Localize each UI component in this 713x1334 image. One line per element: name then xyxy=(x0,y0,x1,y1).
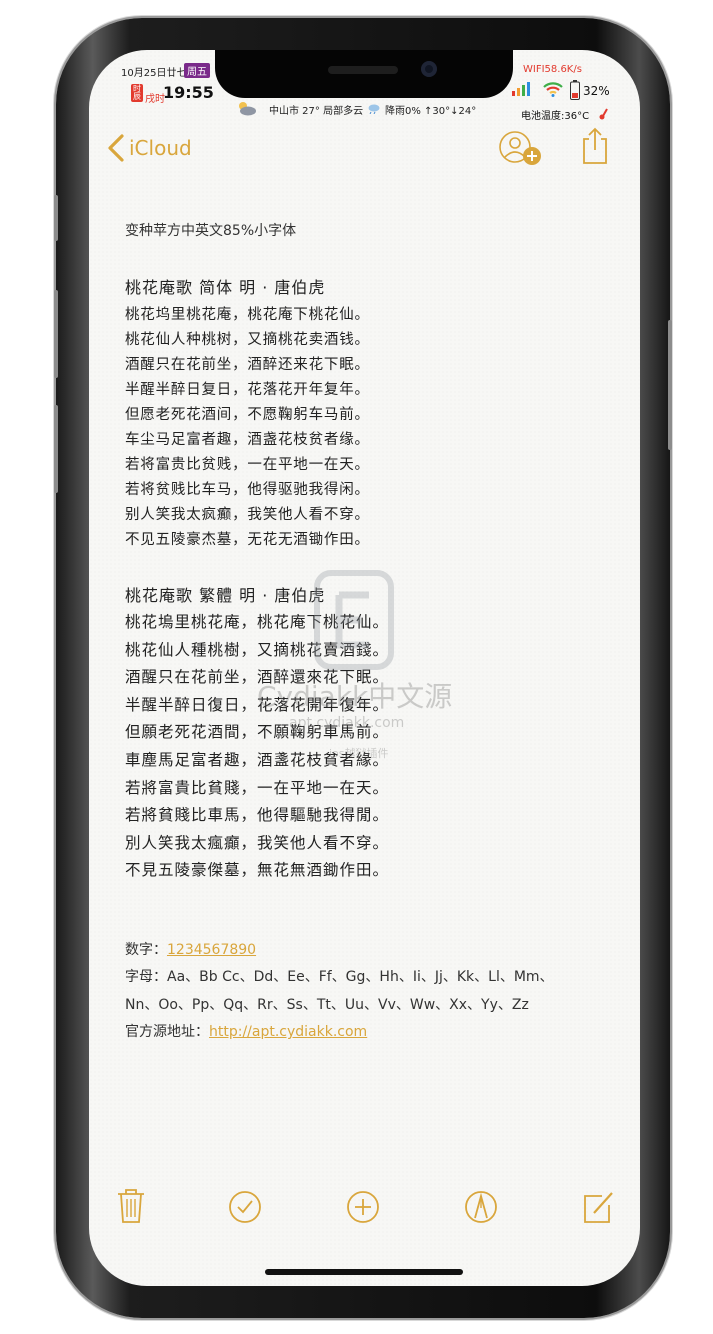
poem-line: 但愿老死花酒间，不愿鞠躬车马前。 xyxy=(125,407,370,423)
plus-circle-icon[interactable] xyxy=(347,1188,379,1224)
volume-up-button xyxy=(54,290,58,378)
front-camera xyxy=(421,61,437,77)
mute-switch xyxy=(54,195,58,241)
poem-title-traditional: 桃花庵歌 繁體 明 · 唐伯虎 xyxy=(125,586,326,605)
poem-line: 若将贫贱比车马，他得驱驰我得闲。 xyxy=(125,482,370,498)
pen-tip-circle-icon[interactable] xyxy=(465,1188,497,1224)
power-button xyxy=(668,320,672,450)
trash-icon[interactable] xyxy=(115,1188,147,1224)
digits-line: 数字：1234567890 xyxy=(125,939,256,959)
status-rain: 降雨0% ↑30°↓24° xyxy=(385,106,477,117)
url-label: 官方源地址： xyxy=(125,1024,209,1040)
volume-down-button xyxy=(54,405,58,493)
url-line: 官方源地址：http://apt.cydiakk.com xyxy=(125,1021,367,1041)
poem-line: 車塵馬足富者趣，酒盞花枝貧者緣。 xyxy=(125,751,390,769)
home-indicator[interactable] xyxy=(265,1269,463,1275)
source-url-link[interactable]: http://apt.cydiakk.com xyxy=(209,1024,367,1040)
poem-title-simplified: 桃花庵歌 简体 明 · 唐伯虎 xyxy=(125,278,326,297)
cellular-signal-icon xyxy=(512,82,530,96)
status-battery-temp: 电池温度:36°C xyxy=(521,111,590,122)
poem-line: 半醒半醉日復日，花落花開年復年。 xyxy=(125,696,390,714)
status-date: 10月25日廿七 xyxy=(121,68,187,79)
status-wifi-speed: WIFI58.6K/s xyxy=(523,64,582,75)
poem-line: 但願老死花酒間，不願鞠躬車馬前。 xyxy=(125,723,390,741)
poem-line: 若将富贵比贫贱，一在平地一在天。 xyxy=(125,457,370,473)
poem-line: 酒醒只在花前坐，酒醉還來花下眠。 xyxy=(125,668,390,686)
poem-line: 桃花仙人種桃樹，又摘桃花賣酒錢。 xyxy=(125,641,390,659)
poem-line: 车尘马足富者趣，酒盏花枝贫者缘。 xyxy=(125,432,370,448)
digits-label: 数字： xyxy=(125,942,167,958)
letters-line: 字母：Aa、Bb Cc、Dd、Ee、Ff、Gg、Hh、Ii、Jj、Kk、Ll、M… xyxy=(125,969,554,985)
letters-line: Nn、Oo、Pp、Qq、Rr、Ss、Tt、Uu、Vv、Ww、Xx、Yy、Zz xyxy=(125,997,529,1013)
poem-line: 酒醒只在花前坐，酒醉还来花下眠。 xyxy=(125,357,370,373)
poem-line: 半醒半醉日复日，花落花开年复年。 xyxy=(125,382,370,398)
back-button-label[interactable]: iCloud xyxy=(129,136,192,160)
digits-link[interactable]: 1234567890 xyxy=(167,942,256,958)
poem-line: 若將富貴比貧賤，一在平地一在天。 xyxy=(125,779,390,797)
poem-line: 桃花仙人种桃树，又摘桃花卖酒钱。 xyxy=(125,332,370,348)
status-battery: 32% xyxy=(583,84,610,98)
chevron-left-icon[interactable] xyxy=(107,134,125,162)
status-weekday-badge: 周五 xyxy=(184,63,210,78)
status-time: 19:55 xyxy=(163,83,214,102)
poem-line: 桃花坞里桃花庵，桃花庵下桃花仙。 xyxy=(125,307,370,323)
poem-line: 若將貧賤比車馬，他得驅馳我得閒。 xyxy=(125,806,390,824)
screen: 10月25日廿七 周五 时辰 戌时 19:55 中山市 27° 局部多云 降雨0… xyxy=(89,50,640,1286)
poem-line: 桃花塢里桃花庵，桃花庵下桃花仙。 xyxy=(125,613,390,631)
add-person-icon[interactable] xyxy=(499,130,545,168)
battery-icon xyxy=(570,80,580,100)
poem-line: 别人笑我太疯癫，我笑他人看不穿。 xyxy=(125,507,370,523)
status-shichen: 戌时 xyxy=(145,94,165,105)
checkmark-circle-icon[interactable] xyxy=(229,1188,261,1224)
compose-icon[interactable] xyxy=(582,1188,614,1224)
partly-cloudy-icon xyxy=(239,102,256,116)
note-subtitle: 变种苹方中英文85%小字体 xyxy=(125,223,297,239)
status-time-tag: 时辰 xyxy=(131,84,143,102)
share-icon[interactable] xyxy=(580,127,610,165)
wifi-icon xyxy=(543,82,563,97)
notch xyxy=(215,50,513,98)
thermometer-icon xyxy=(599,108,608,120)
poem-line: 不见五陵豪杰墓，无花无酒锄作田。 xyxy=(125,532,370,548)
status-weather: 中山市 27° 局部多云 xyxy=(269,106,364,117)
poem-line: 不見五陵豪傑墓，無花無酒鋤作田。 xyxy=(125,861,390,879)
poem-line: 別人笑我太瘋癲，我笑他人看不穿。 xyxy=(125,834,390,852)
earpiece-speaker xyxy=(328,66,398,74)
rain-icon xyxy=(368,104,380,114)
